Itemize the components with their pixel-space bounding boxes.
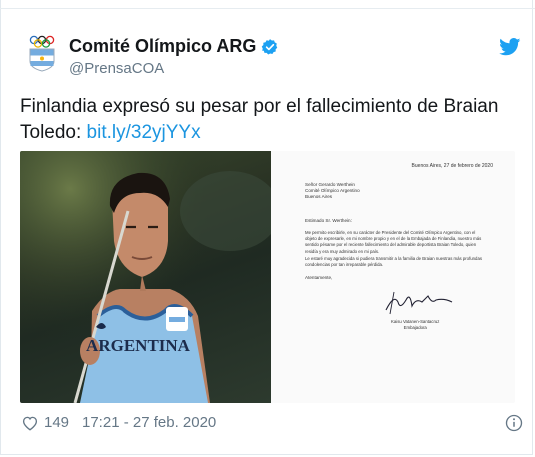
author-name[interactable]: Comité Olímpico ARG bbox=[69, 36, 279, 57]
author-handle[interactable]: @PrensaCOA bbox=[69, 60, 164, 77]
letter-recipient: Señor Gerardo Werthein Comité Olímpico A… bbox=[305, 182, 360, 200]
info-icon[interactable] bbox=[505, 414, 523, 432]
letter-paragraph-2: Le estaré muy agradecida si pudiera tran… bbox=[305, 256, 482, 268]
athlete-illustration: ARGENTINA bbox=[20, 151, 271, 403]
letter-paragraph-1: Me permito escribirle, en su carácter de… bbox=[305, 230, 482, 254]
coa-logo-avatar[interactable] bbox=[24, 34, 60, 72]
tweet-timestamp[interactable]: 17:21 - 27 feb. 2020 bbox=[82, 414, 216, 431]
tweet-media[interactable]: ARGENTINA Buenos Aires, 27 de febrero de… bbox=[20, 151, 515, 403]
twitter-bird-icon[interactable] bbox=[499, 38, 521, 56]
signature-image bbox=[385, 291, 453, 315]
tweet-text: Finlandia expresó su pesar por el fallec… bbox=[20, 94, 510, 146]
athlete-photo[interactable]: ARGENTINA bbox=[20, 151, 271, 403]
letter-signer: Kaisu Vatanen-Santacruz Embajadora bbox=[391, 319, 440, 330]
like-count: 149 bbox=[44, 414, 70, 431]
tweet-link[interactable]: bit.ly/32yjYYx bbox=[87, 122, 201, 143]
letter-closing: Atentamente, bbox=[305, 275, 333, 280]
condolence-letter[interactable]: Buenos Aires, 27 de febrero de 2020 Seño… bbox=[271, 151, 515, 403]
letter-greeting: Estimado Sr. Werthein: bbox=[305, 218, 352, 223]
jersey-text: ARGENTINA bbox=[86, 336, 191, 355]
author-name-text[interactable]: Comité Olímpico ARG bbox=[69, 36, 256, 57]
letter-date: Buenos Aires, 27 de febrero de 2020 bbox=[411, 163, 493, 169]
divider bbox=[0, 8, 535, 9]
heart-icon[interactable] bbox=[21, 414, 39, 432]
verified-badge-icon bbox=[262, 38, 278, 54]
